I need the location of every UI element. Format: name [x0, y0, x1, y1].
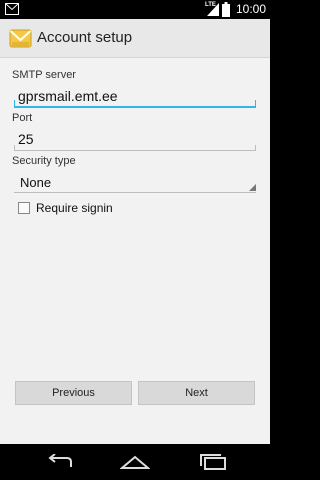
smtp-server-label: SMTP server	[12, 69, 76, 81]
clock: 10:00	[236, 2, 267, 16]
email-notification-icon	[5, 3, 19, 15]
signal-icon	[207, 3, 219, 16]
security-type-dropdown[interactable]: None	[14, 173, 256, 193]
security-type-value: None	[20, 175, 52, 190]
smtp-server-value: gprsmail.emt.ee	[18, 88, 118, 104]
page-title: Account setup	[37, 29, 133, 46]
home-icon[interactable]	[120, 454, 150, 470]
port-label: Port	[12, 112, 33, 124]
security-type-label: Security type	[12, 155, 76, 167]
dropdown-arrow-icon	[249, 184, 256, 191]
input-underline-left-tick	[14, 100, 15, 106]
battery-icon	[222, 2, 230, 17]
next-button[interactable]: Next	[138, 381, 255, 405]
navigation-bar	[0, 444, 270, 480]
require-signin-label[interactable]: Require signin	[36, 201, 113, 216]
input-underline-left-tick	[14, 145, 15, 150]
back-icon[interactable]	[45, 454, 75, 470]
status-bar: LTE 10:00	[0, 0, 270, 19]
form-content: SMTP server gprsmail.emt.ee Port 25 Secu…	[0, 58, 270, 444]
require-signin-checkbox[interactable]	[18, 202, 30, 214]
port-value: 25	[18, 131, 34, 147]
port-input[interactable]: 25	[14, 127, 256, 151]
smtp-server-input[interactable]: gprsmail.emt.ee	[14, 84, 256, 108]
recents-icon[interactable]	[198, 454, 228, 470]
previous-button[interactable]: Previous	[15, 381, 132, 405]
action-bar: Account setup	[0, 19, 270, 58]
input-underline-right-tick	[255, 100, 256, 106]
email-app-icon[interactable]	[9, 28, 32, 49]
input-underline-right-tick	[255, 145, 256, 150]
